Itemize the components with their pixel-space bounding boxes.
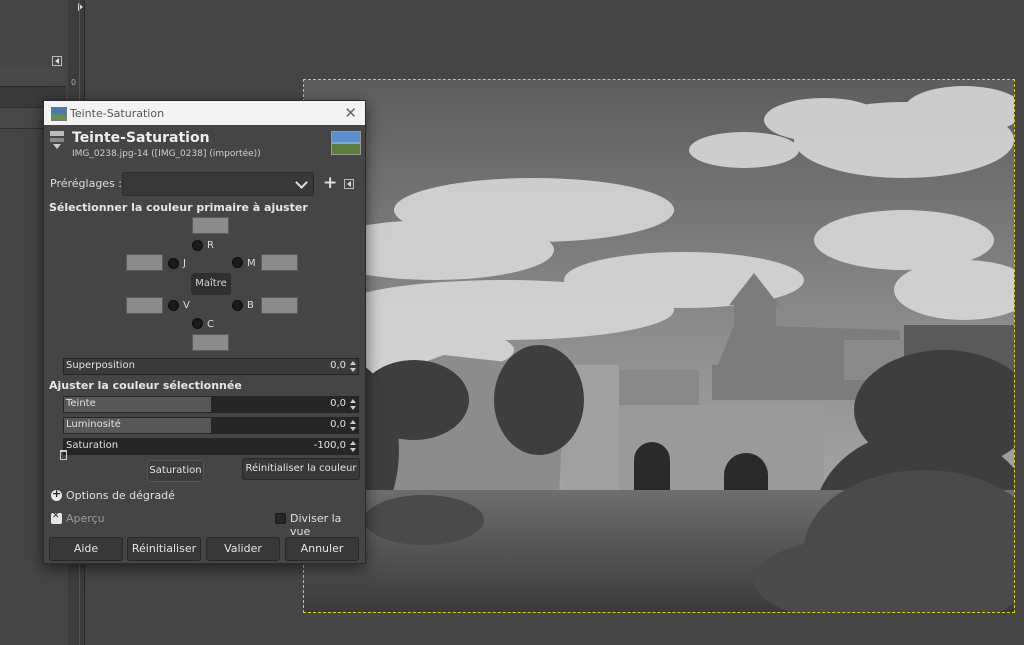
radio-red[interactable] (192, 240, 203, 251)
hue-saturation-icon (50, 131, 64, 149)
saturation-slider[interactable]: Saturation -100,0 (63, 438, 359, 455)
presets-row: Préréglages : + (44, 172, 365, 196)
lightness-value: 0,0 (330, 419, 346, 430)
presets-label: Préréglages : (50, 177, 122, 190)
app-icon (51, 107, 67, 121)
grayscale-photo (304, 80, 1014, 612)
preview-checkbox[interactable] (51, 511, 62, 524)
swatch-cyan[interactable] (192, 334, 229, 351)
hue-value: 0,0 (330, 398, 346, 409)
swatch-blue[interactable] (261, 297, 298, 314)
primary-color-section-title: Sélectionner la couleur primaire à ajust… (49, 201, 308, 214)
image-subtitle: IMG_0238.jpg-14 ([IMG_0238] (importée)) (72, 149, 261, 159)
close-icon[interactable]: ✕ (344, 104, 357, 122)
add-preset-icon[interactable]: + (323, 173, 337, 193)
spin-arrows-icon[interactable] (348, 418, 358, 433)
radio-magenta[interactable] (232, 257, 243, 268)
label-magenta: M (247, 258, 256, 269)
split-view-checkbox[interactable] (275, 513, 286, 524)
label-blue: B (247, 300, 254, 311)
label-green: V (183, 300, 190, 311)
window-title: Teinte-Saturation (70, 107, 165, 120)
dock-row (0, 66, 66, 87)
spin-arrows-icon[interactable] (348, 359, 358, 374)
chevron-down-icon (295, 176, 308, 189)
split-view-label: Diviser la vue (290, 512, 342, 538)
help-button[interactable]: Aide (49, 537, 123, 561)
gradient-options-label[interactable]: Options de dégradé (66, 489, 175, 502)
presets-combo[interactable] (122, 172, 314, 196)
swatch-green[interactable] (126, 297, 163, 314)
adjust-section-title: Ajuster la couleur sélectionnée (49, 379, 242, 392)
spin-arrows-icon[interactable] (348, 439, 358, 454)
expand-icon[interactable] (51, 487, 62, 501)
hue-saturation-dialog: Teinte-Saturation ✕ Teinte-Saturation IM… (43, 100, 366, 564)
reset-button[interactable]: Réinitialiser (127, 537, 201, 561)
preview-label: Aperçu (66, 512, 105, 525)
radio-green[interactable] (168, 300, 179, 311)
ok-button[interactable]: Valider (206, 537, 280, 561)
lightness-label: Luminosité (66, 419, 121, 430)
spin-arrows-icon[interactable] (348, 397, 358, 412)
overlap-spin[interactable]: Superposition 0,0 (63, 358, 359, 375)
label-cyan: C (207, 319, 214, 330)
cancel-button[interactable]: Annuler (285, 537, 359, 561)
label-red: R (207, 240, 214, 251)
image-thumbnail (331, 131, 361, 155)
saturation-tooltip-button[interactable]: Saturation (147, 460, 204, 482)
hue-slider[interactable]: Teinte 0,0 (63, 396, 359, 413)
dialog-titlebar[interactable]: Teinte-Saturation ✕ (44, 101, 365, 125)
dialog-heading: Teinte-Saturation (72, 130, 210, 146)
lightness-slider[interactable]: Luminosité 0,0 (63, 417, 359, 434)
saturation-label: Saturation (66, 440, 119, 451)
radio-cyan[interactable] (192, 318, 203, 329)
dialog-header: Teinte-Saturation IMG_0238.jpg-14 ([IMG_… (44, 125, 365, 165)
hue-label: Teinte (66, 398, 96, 409)
reset-color-button[interactable]: Réinitialiser la couleur (242, 458, 360, 480)
ruler-zero-label: 0 (71, 78, 77, 87)
text-cursor-icon (60, 450, 67, 460)
swatch-yellow[interactable] (126, 254, 163, 271)
overlap-label: Superposition (66, 360, 135, 371)
swatch-magenta[interactable] (261, 254, 298, 271)
radio-blue[interactable] (232, 300, 243, 311)
master-button[interactable]: Maître (191, 273, 231, 295)
label-yellow: J (183, 258, 186, 269)
overlap-value: 0,0 (330, 360, 346, 371)
saturation-value: -100,0 (313, 440, 346, 451)
image-canvas[interactable] (303, 79, 1015, 613)
radio-yellow[interactable] (168, 258, 179, 269)
dock-menu-icon[interactable] (52, 56, 62, 66)
swatch-red[interactable] (192, 217, 229, 234)
preset-menu-icon[interactable] (344, 179, 354, 189)
